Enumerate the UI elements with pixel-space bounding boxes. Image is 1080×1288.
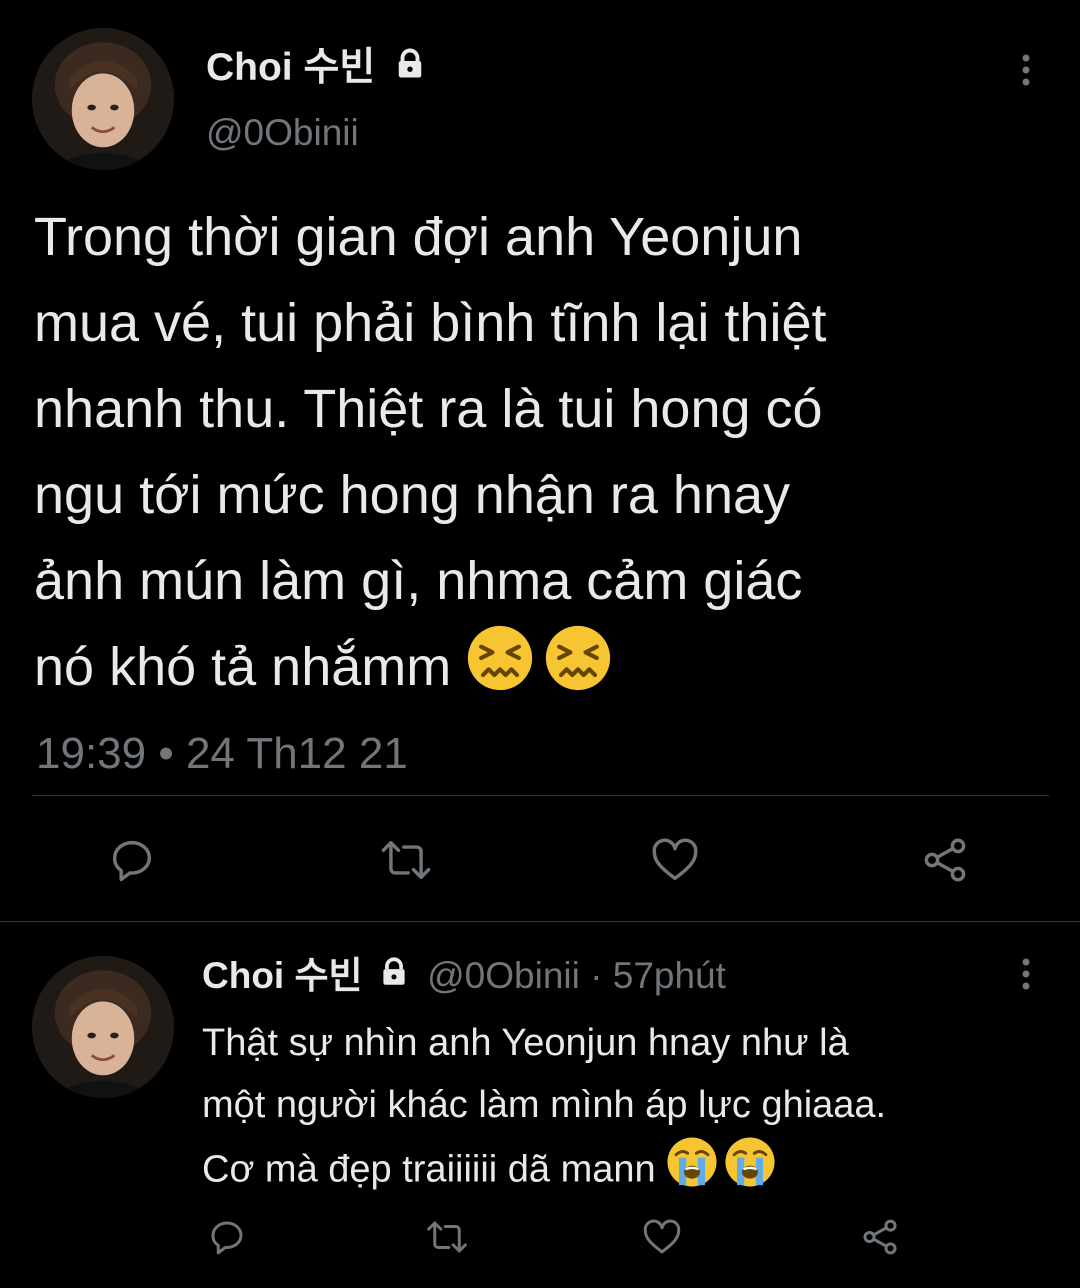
loudly-crying-face-emoji: [724, 1136, 776, 1207]
more-options-icon[interactable]: [1016, 50, 1036, 90]
avatar[interactable]: [32, 28, 174, 170]
tweet-text: Trong thời gian đợi anh Yeonjun mua vé, …: [34, 194, 1054, 717]
lock-icon: [377, 954, 411, 1002]
handle-time[interactable]: @0Obinii · 57phút: [427, 955, 726, 996]
retweet-icon[interactable]: [378, 834, 434, 886]
display-name[interactable]: Choi 수빈: [206, 44, 428, 95]
confounded-face-emoji: [466, 624, 534, 717]
section-divider: [0, 921, 1080, 922]
display-name[interactable]: Choi 수빈: [202, 955, 363, 996]
share-icon[interactable]: [858, 1216, 902, 1258]
more-options-icon[interactable]: [1016, 954, 1036, 994]
retweet-icon[interactable]: [424, 1216, 470, 1258]
loudly-crying-face-emoji: [666, 1136, 718, 1207]
reply-header: Choi 수빈 @0Obinii · 57phút: [202, 952, 726, 1002]
handle[interactable]: @0Obinii: [206, 110, 359, 156]
reply-icon[interactable]: [106, 834, 158, 886]
like-icon[interactable]: [648, 834, 702, 886]
avatar[interactable]: [32, 956, 174, 1098]
timestamp[interactable]: 19:39 • 24 Th12 21: [36, 726, 408, 782]
share-icon[interactable]: [918, 834, 972, 886]
like-icon[interactable]: [640, 1216, 684, 1258]
reply-text: Thật sự nhìn anh Yeonjun hnay như là một…: [202, 1012, 1062, 1207]
tweet-text-body: Trong thời gian đợi anh Yeonjun mua vé, …: [34, 207, 827, 697]
lock-icon: [392, 45, 428, 95]
reply-text-body: Thật sự nhìn anh Yeonjun hnay như là một…: [202, 1022, 887, 1191]
confounded-face-emoji: [544, 624, 612, 717]
display-name-text: Choi 수빈: [206, 46, 376, 89]
divider: [32, 795, 1049, 796]
reply-icon[interactable]: [206, 1216, 248, 1258]
